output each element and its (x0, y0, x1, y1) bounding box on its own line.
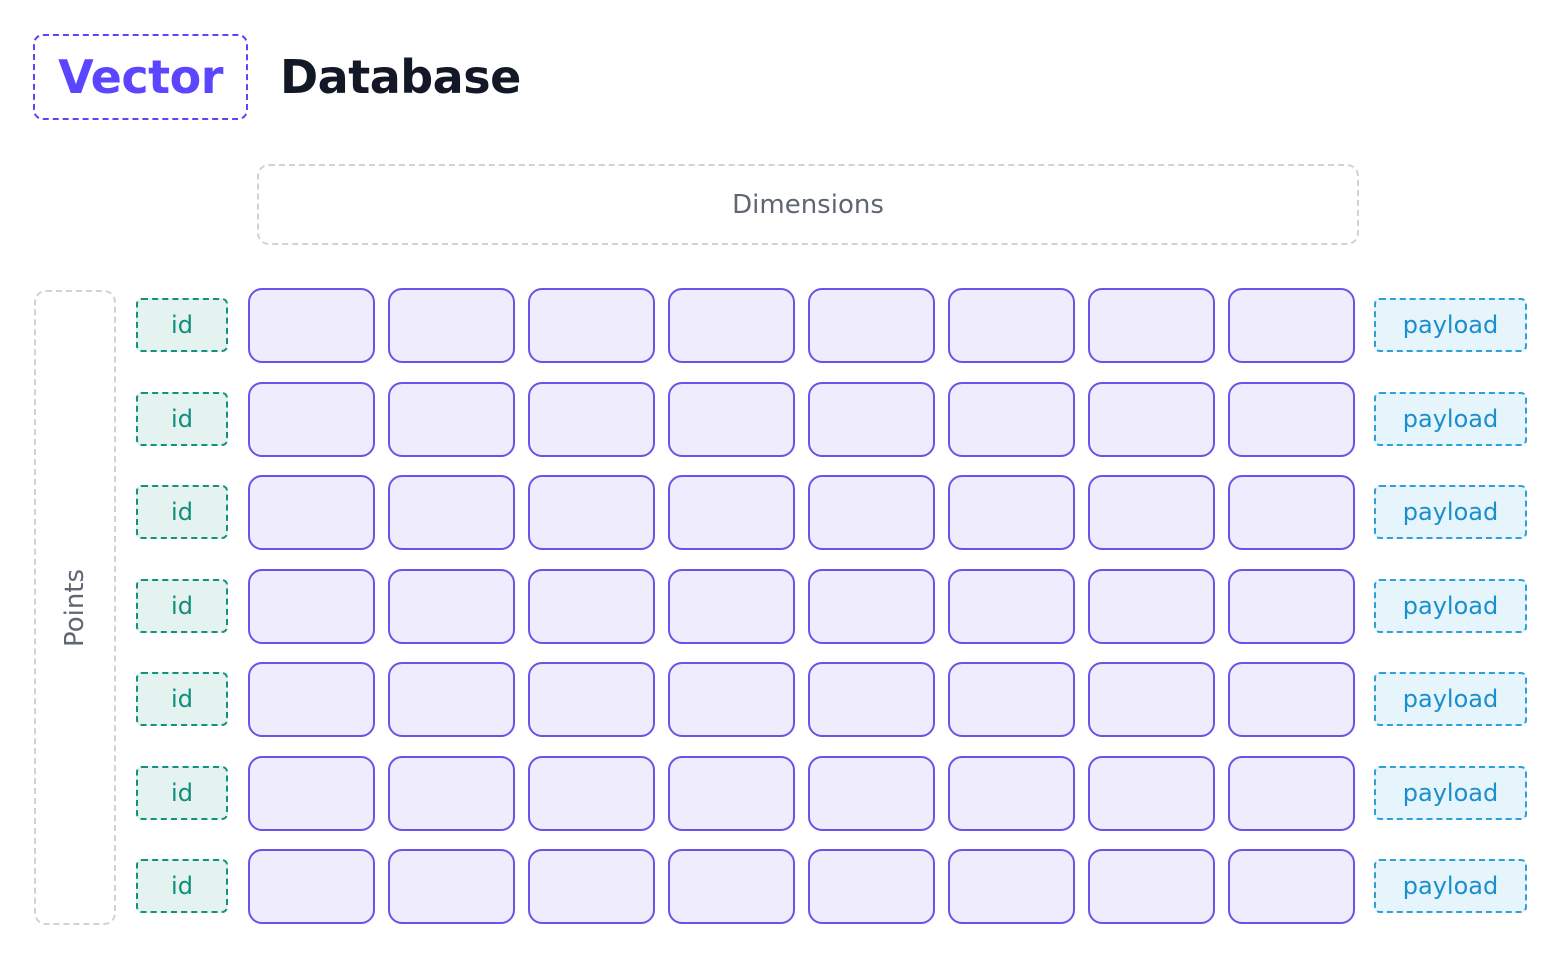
vector-dimension-cell (1228, 288, 1355, 363)
point-row: id payload (0, 756, 1560, 831)
vector-dimension-cell (388, 569, 515, 644)
vector-dimension-cell (248, 288, 375, 363)
point-payload-box: payload (1374, 579, 1527, 633)
vector-dimension-cell (528, 849, 655, 924)
dimensions-label: Dimensions (732, 189, 884, 220)
point-row: id payload (0, 288, 1560, 363)
vector-dimension-cell (948, 569, 1075, 644)
vector-dimension-cell (248, 849, 375, 924)
vector-dimension-cell (808, 288, 935, 363)
vector-dimension-cell (948, 475, 1075, 550)
vector-dimension-cell (808, 382, 935, 457)
point-payload-box: payload (1374, 392, 1527, 446)
vector-dimension-cell (1088, 569, 1215, 644)
vector-dimension-cell (248, 475, 375, 550)
vector-dimension-cell (808, 569, 935, 644)
vector-dimension-cell (948, 849, 1075, 924)
dimensions-label-box: Dimensions (257, 164, 1359, 245)
vector-dimension-cell (948, 288, 1075, 363)
vector-dimension-cell (668, 382, 795, 457)
vector-dimension-cell (808, 475, 935, 550)
point-payload-box: payload (1374, 859, 1527, 913)
vector-dimension-cell (668, 849, 795, 924)
vector-dimension-cell (1228, 756, 1355, 831)
point-row: id payload (0, 662, 1560, 737)
vector-dimension-cell (1088, 475, 1215, 550)
point-id-box: id (136, 392, 228, 446)
title-vector-text: Vector (58, 50, 223, 104)
vector-dimension-cell (388, 288, 515, 363)
point-row: id payload (0, 849, 1560, 924)
title-database-text: Database (280, 50, 521, 104)
vector-dimension-cell (808, 849, 935, 924)
vector-dimension-cell (668, 475, 795, 550)
vector-dimension-cell (808, 662, 935, 737)
vector-dimension-cell (1228, 849, 1355, 924)
vector-dimension-cell (1228, 569, 1355, 644)
vector-dimension-cell (528, 288, 655, 363)
vector-dimension-cell (668, 288, 795, 363)
vector-dimension-cell (528, 382, 655, 457)
point-row: id payload (0, 382, 1560, 457)
vector-dimension-cell (668, 569, 795, 644)
vector-dimension-cell (1088, 756, 1215, 831)
point-id-box: id (136, 766, 228, 820)
vector-dimension-cell (388, 475, 515, 550)
vector-dimension-cell (528, 662, 655, 737)
vector-dimension-cell (1088, 382, 1215, 457)
vector-dimension-cell (1088, 849, 1215, 924)
vector-dimension-cell (1088, 662, 1215, 737)
vector-dimension-cell (1228, 382, 1355, 457)
vector-dimension-cell (528, 756, 655, 831)
vector-dimension-cell (1228, 662, 1355, 737)
vector-dimension-cell (948, 756, 1075, 831)
point-id-box: id (136, 579, 228, 633)
vector-dimension-cell (1088, 288, 1215, 363)
point-payload-box: payload (1374, 298, 1527, 352)
title-vector-box: Vector (33, 34, 248, 120)
vector-dimension-cell (948, 382, 1075, 457)
vector-dimension-cell (388, 849, 515, 924)
point-row: id payload (0, 569, 1560, 644)
vector-dimension-cell (528, 569, 655, 644)
point-id-box: id (136, 485, 228, 539)
vector-dimension-cell (248, 569, 375, 644)
vector-dimension-cell (248, 756, 375, 831)
vector-dimension-cell (948, 662, 1075, 737)
vector-dimension-cell (248, 662, 375, 737)
point-id-box: id (136, 859, 228, 913)
vector-dimension-cell (668, 662, 795, 737)
vector-dimension-cell (388, 662, 515, 737)
vector-dimension-cell (1228, 475, 1355, 550)
point-id-box: id (136, 298, 228, 352)
point-payload-box: payload (1374, 485, 1527, 539)
vector-dimension-cell (388, 756, 515, 831)
point-row: id payload (0, 475, 1560, 550)
vector-dimension-cell (388, 382, 515, 457)
point-payload-box: payload (1374, 766, 1527, 820)
vector-dimension-cell (808, 756, 935, 831)
point-id-box: id (136, 672, 228, 726)
vector-dimension-cell (528, 475, 655, 550)
vector-dimension-cell (248, 382, 375, 457)
point-payload-box: payload (1374, 672, 1527, 726)
vector-dimension-cell (668, 756, 795, 831)
